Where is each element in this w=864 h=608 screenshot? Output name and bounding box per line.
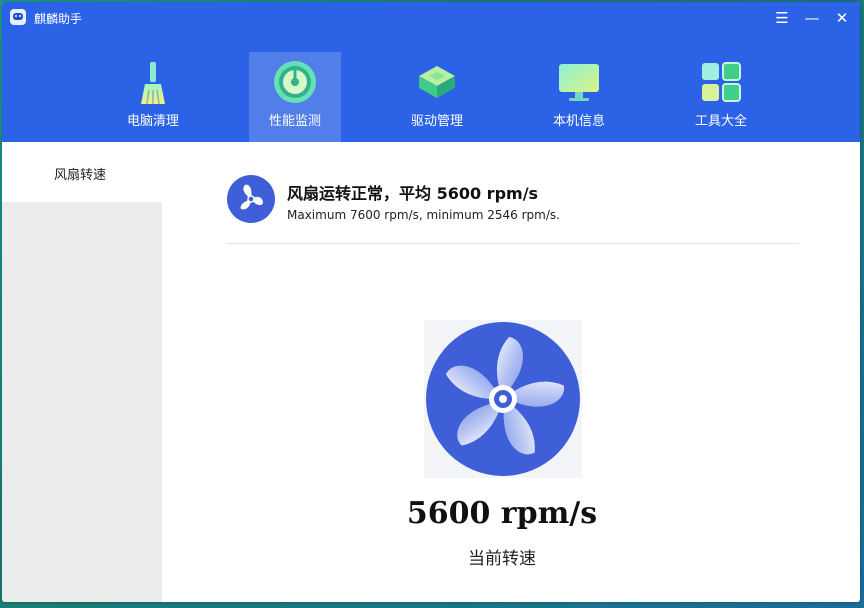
nav-item-tools[interactable]: 工具大全 (675, 52, 767, 142)
app-title: 麒麟助手 (34, 12, 83, 26)
nav-label-drivers: 驱动管理 (410, 114, 463, 129)
nav-item-performance[interactable]: 性能监测 (249, 52, 341, 142)
nav-item-drivers[interactable]: 驱动管理 (391, 52, 483, 142)
fan-speed-value: 5600 rpm/s (406, 496, 598, 531)
nav-label-system-info: 本机信息 (552, 114, 605, 129)
monitor-icon (559, 64, 599, 101)
sidebar-item-fan-speed[interactable]: 风扇转速 (2, 142, 162, 202)
divider (227, 243, 799, 244)
menu-icon: ☰ (775, 9, 789, 27)
grid-tools-icon (702, 62, 741, 102)
nav-label-cleanup: 电脑清理 (126, 114, 179, 129)
fan-graphic (424, 320, 582, 478)
gauge-icon (274, 61, 316, 103)
minimize-icon: — (804, 9, 820, 27)
nav-label-performance: 性能监测 (268, 114, 321, 129)
nav-item-cleanup[interactable]: 电脑清理 (107, 52, 199, 142)
chip-icon (419, 66, 455, 98)
minimize-button[interactable]: — (802, 8, 822, 28)
sidebar: 风扇转速 (2, 142, 162, 602)
fan-speed-label: 当前转速 (468, 549, 536, 569)
status-subtitle: Maximum 7600 rpm/s, minimum 2546 rpm/s. (287, 208, 560, 222)
fan-icon (426, 322, 580, 476)
nav-item-system-info[interactable]: 本机信息 (533, 52, 625, 142)
broom-icon (141, 62, 165, 104)
sidebar-item-label: 风扇转速 (54, 168, 107, 183)
fan-status-icon (227, 175, 275, 223)
header-bar: 麒麟助手 ☰ — ✕ 电脑清理 性能监测 驱动管理 本机信息 工具大全 (2, 2, 860, 142)
close-button[interactable]: ✕ (832, 8, 852, 28)
nav-label-tools: 工具大全 (694, 114, 747, 129)
app-logo-icon (10, 9, 26, 25)
main-panel: 风扇运转正常，平均 5600 rpm/s Maximum 7600 rpm/s,… (162, 142, 860, 602)
title-bar: 麒麟助手 ☰ — ✕ (2, 2, 860, 34)
app-window: 麒麟助手 ☰ — ✕ 电脑清理 性能监测 驱动管理 本机信息 工具大全 风扇转速… (2, 2, 860, 602)
close-icon: ✕ (835, 9, 849, 27)
main-nav: 电脑清理 性能监测 驱动管理 本机信息 工具大全 (2, 52, 860, 142)
status-title: 风扇运转正常，平均 5600 rpm/s (287, 184, 539, 203)
menu-button[interactable]: ☰ (772, 8, 792, 28)
